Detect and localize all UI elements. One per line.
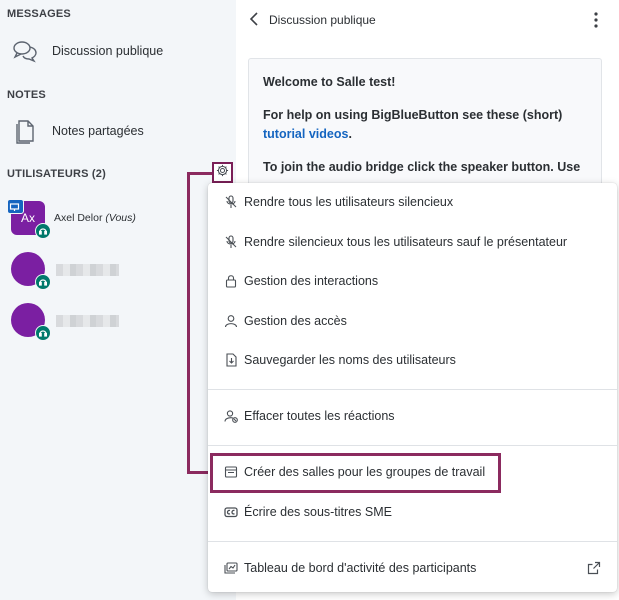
headset-icon	[35, 274, 51, 290]
user-options-gear-button[interactable]	[212, 162, 233, 183]
closed-captions-icon	[224, 505, 238, 519]
sidebar-item-shared-notes[interactable]: Notes partagées	[0, 113, 236, 149]
menu-item-closed-captions[interactable]: Écrire des sous-titres SME	[208, 495, 617, 529]
sidebar: MESSAGES Discussion publique NOTES Notes…	[0, 0, 236, 600]
user-list-item[interactable]	[0, 250, 236, 290]
sidebar-item-label: Notes partagées	[52, 124, 144, 138]
menu-item-mute-all-except-presenter[interactable]: Rendre silencieux tous les utilisateurs …	[208, 225, 617, 259]
user-name: Axel Delor (Vous)	[54, 212, 136, 224]
sidebar-item-label: Discussion publique	[52, 44, 164, 58]
messages-section-title: MESSAGES	[7, 8, 71, 20]
menu-divider	[208, 445, 617, 446]
menu-item-guest-policy[interactable]: Gestion des accès	[208, 304, 617, 338]
document-icon	[12, 118, 38, 144]
more-options-icon[interactable]	[594, 12, 598, 33]
user-list-item[interactable]: Ax Axel Delor (Vous)	[0, 199, 236, 239]
clear-reactions-icon	[224, 409, 238, 423]
highlight-frame	[210, 453, 501, 493]
mic-off-icon	[224, 195, 238, 209]
sidebar-item-public-chat[interactable]: Discussion publique	[0, 33, 236, 69]
download-file-icon	[224, 353, 238, 367]
presenter-icon	[7, 199, 24, 214]
dashboard-icon	[224, 561, 238, 575]
menu-item-activity-dashboard[interactable]: Tableau de bord d'activité des participa…	[208, 551, 617, 585]
menu-item-save-user-names[interactable]: Sauvegarder les noms des utilisateurs	[208, 343, 617, 377]
annotation-connector	[187, 172, 190, 474]
chevron-left-icon[interactable]	[249, 11, 259, 32]
notes-section-title: NOTES	[7, 89, 46, 101]
menu-item-mute-all[interactable]: Rendre tous les utilisateurs silencieux	[208, 185, 617, 219]
menu-divider	[208, 541, 617, 542]
user-list-item[interactable]	[0, 301, 236, 341]
mic-off-icon	[224, 235, 238, 249]
annotation-connector	[187, 172, 212, 175]
blurred-user-name	[56, 315, 119, 327]
headset-icon	[35, 325, 51, 341]
chat-bubbles-icon	[12, 38, 38, 64]
external-link-icon[interactable]	[587, 561, 601, 580]
menu-divider	[208, 389, 617, 390]
menu-item-lock-viewers[interactable]: Gestion des interactions	[208, 264, 617, 298]
user-options-menu: Rendre tous les utilisateurs silencieux …	[208, 183, 617, 592]
users-section-title: UTILISATEURS (2)	[7, 168, 106, 180]
chat-title: Discussion publique	[269, 13, 376, 27]
user-icon	[224, 314, 238, 328]
gear-icon	[216, 164, 229, 182]
headset-icon	[35, 223, 51, 239]
menu-item-clear-reactions[interactable]: Effacer toutes les réactions	[208, 399, 617, 433]
lock-icon	[224, 274, 238, 288]
tutorial-videos-link[interactable]: tutorial videos	[263, 127, 348, 141]
blurred-user-name	[56, 264, 119, 276]
